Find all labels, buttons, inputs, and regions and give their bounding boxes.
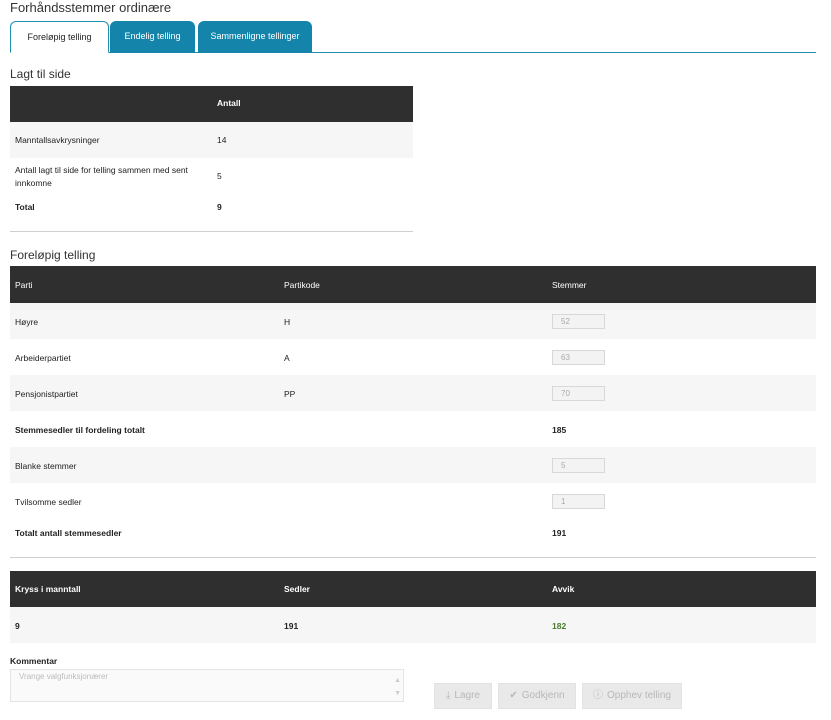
aside-table: Antall Manntallsavkrysninger 14 Antall l…: [10, 86, 413, 232]
table-row: Antall lagt til side for telling sammen …: [10, 158, 413, 194]
tab-compare-counts[interactable]: Sammenligne tellinger: [198, 21, 312, 53]
table-row: Totalt antall stemmesedler 191: [10, 519, 816, 545]
download-icon: ⤓: [446, 690, 451, 701]
comment-textarea[interactable]: Vrange valgfunksjonærer ▲ ▼: [10, 669, 404, 702]
party-code: PP: [284, 389, 296, 399]
aside-row-label: Manntallsavkrysninger: [15, 135, 100, 145]
save-button-label: Lagre: [454, 690, 480, 701]
crosses-value: 9: [15, 621, 20, 631]
col-ballots-header: Sedler: [284, 584, 310, 594]
total-distribution-label: Stemmesedler til fordeling totalt: [15, 425, 145, 435]
aside-section-title: Lagt til side: [10, 67, 71, 81]
save-button[interactable]: ⤓ Lagre: [434, 683, 492, 709]
table-row: Stemmesedler til fordeling totalt 185: [10, 411, 816, 447]
aside-row-value: 5: [217, 171, 222, 181]
aside-col-count-header: Antall: [217, 98, 241, 108]
revoke-count-button[interactable]: ⓘ Opphev telling: [582, 683, 682, 709]
votes-input[interactable]: 52: [552, 314, 605, 329]
prelim-section-title: Foreløpig telling: [10, 248, 96, 262]
textarea-scroll-arrows-icon[interactable]: ▲ ▼: [394, 674, 401, 700]
doubtful-ballots-label: Tvilsomme sedler: [15, 497, 82, 507]
ballots-value: 191: [284, 621, 299, 631]
party-name: Høyre: [15, 317, 39, 327]
divider: [10, 231, 413, 232]
comparison-table-header: Kryss i manntall Sedler Avvik: [10, 571, 816, 607]
table-row: Arbeiderpartiet A 63: [10, 339, 816, 375]
divider: [10, 557, 816, 558]
col-crosses-header: Kryss i manntall: [15, 584, 81, 594]
aside-table-header: Antall: [10, 86, 413, 122]
table-row: Pensjonistpartiet PP 70: [10, 375, 816, 411]
check-icon: ✔: [509, 690, 518, 701]
aside-total-value: 9: [217, 202, 222, 212]
col-votes-header: Stemmer: [552, 280, 587, 290]
doubtful-ballots-input[interactable]: 1: [552, 494, 605, 509]
table-row: 9 191 182: [10, 607, 816, 643]
approve-button[interactable]: ✔ Godkjenn: [498, 683, 576, 709]
comparison-table: Kryss i manntall Sedler Avvik 9 191 182: [10, 571, 816, 643]
total-ballots-label: Totalt antall stemmesedler: [15, 528, 122, 538]
total-distribution-value: 185: [552, 425, 567, 435]
tab-bar: Foreløpig telling Endelig telling Sammen…: [10, 20, 816, 53]
table-row: Høyre H 52: [10, 303, 816, 339]
prelim-table: Parti Partikode Stemmer Høyre H 52 Arbei…: [10, 266, 816, 558]
deviation-value: 182: [552, 621, 567, 631]
aside-total-label: Total: [15, 202, 35, 212]
table-row: Manntallsavkrysninger 14: [10, 122, 413, 158]
table-row: Tvilsomme sedler 1: [10, 483, 816, 519]
aside-row-value: 14: [217, 135, 227, 145]
tab-prelim-count[interactable]: Foreløpig telling: [10, 21, 109, 53]
col-party-header: Parti: [15, 280, 33, 290]
col-party-code-header: Partikode: [284, 280, 320, 290]
party-name: Arbeiderpartiet: [15, 353, 71, 363]
comment-label: Kommentar: [10, 656, 58, 666]
page-title: Forhåndsstemmer ordinære: [10, 0, 172, 15]
total-ballots-value: 191: [552, 528, 567, 538]
votes-input[interactable]: 70: [552, 386, 605, 401]
comment-placeholder: Vrange valgfunksjonærer: [19, 672, 109, 681]
blank-votes-label: Blanke stemmer: [15, 461, 77, 471]
prelim-table-header: Parti Partikode Stemmer: [10, 266, 816, 303]
tab-final-count[interactable]: Endelig telling: [110, 21, 195, 53]
table-row: Blanke stemmer 5: [10, 447, 816, 483]
col-deviation-header: Avvik: [552, 584, 575, 594]
votes-input[interactable]: 63: [552, 350, 605, 365]
blank-votes-input[interactable]: 5: [552, 458, 605, 473]
party-code: H: [284, 317, 291, 327]
table-row: Total 9: [10, 194, 413, 220]
aside-row-label: Antall lagt til side for telling sammen …: [15, 165, 188, 188]
party-code: A: [284, 353, 290, 363]
approve-button-label: Godkjenn: [521, 690, 565, 701]
revoke-count-button-label: Opphev telling: [607, 690, 671, 701]
party-name: Pensjonistpartiet: [15, 389, 78, 399]
info-icon: ⓘ: [593, 690, 604, 701]
